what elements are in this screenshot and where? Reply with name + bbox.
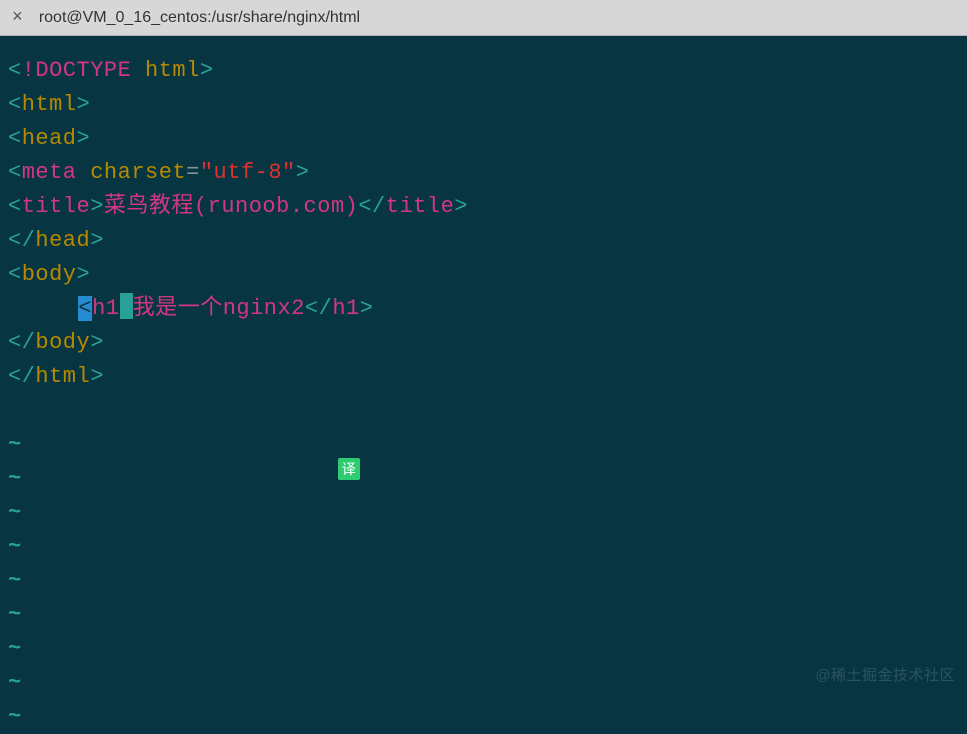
code-line: </html> <box>8 360 959 394</box>
empty-line-tilde: ~ <box>8 564 959 598</box>
empty-line-tilde: ~ <box>8 428 959 462</box>
code-line: <!DOCTYPE html> <box>8 54 959 88</box>
cursor-secondary <box>120 293 133 319</box>
code-line <box>8 394 959 428</box>
empty-line-tilde: ~ <box>8 700 959 734</box>
close-icon[interactable]: × <box>12 9 23 27</box>
code-line: <title>菜鸟教程(runoob.com)</title> <box>8 190 959 224</box>
code-line: <head> <box>8 122 959 156</box>
code-line: </body> <box>8 326 959 360</box>
code-line: <body> <box>8 258 959 292</box>
empty-line-tilde: ~ <box>8 530 959 564</box>
code-line: <html> <box>8 88 959 122</box>
watermark-text: @稀土掘金技术社区 <box>815 659 955 693</box>
code-line: </head> <box>8 224 959 258</box>
window-title: root@VM_0_16_centos:/usr/share/nginx/htm… <box>39 9 360 27</box>
empty-line-tilde: ~ <box>8 462 959 496</box>
translate-icon[interactable]: 译 <box>338 458 360 480</box>
code-line: <h1我是一个nginx2</h1> <box>8 292 959 326</box>
cursor-primary: < <box>78 296 92 321</box>
window-titlebar: × root@VM_0_16_centos:/usr/share/nginx/h… <box>0 0 967 36</box>
empty-line-tilde: ~ <box>8 496 959 530</box>
code-line: <meta charset="utf-8"> <box>8 156 959 190</box>
editor-viewport[interactable]: <!DOCTYPE html> <html> <head> <meta char… <box>0 36 967 713</box>
empty-line-tilde: ~ <box>8 598 959 632</box>
